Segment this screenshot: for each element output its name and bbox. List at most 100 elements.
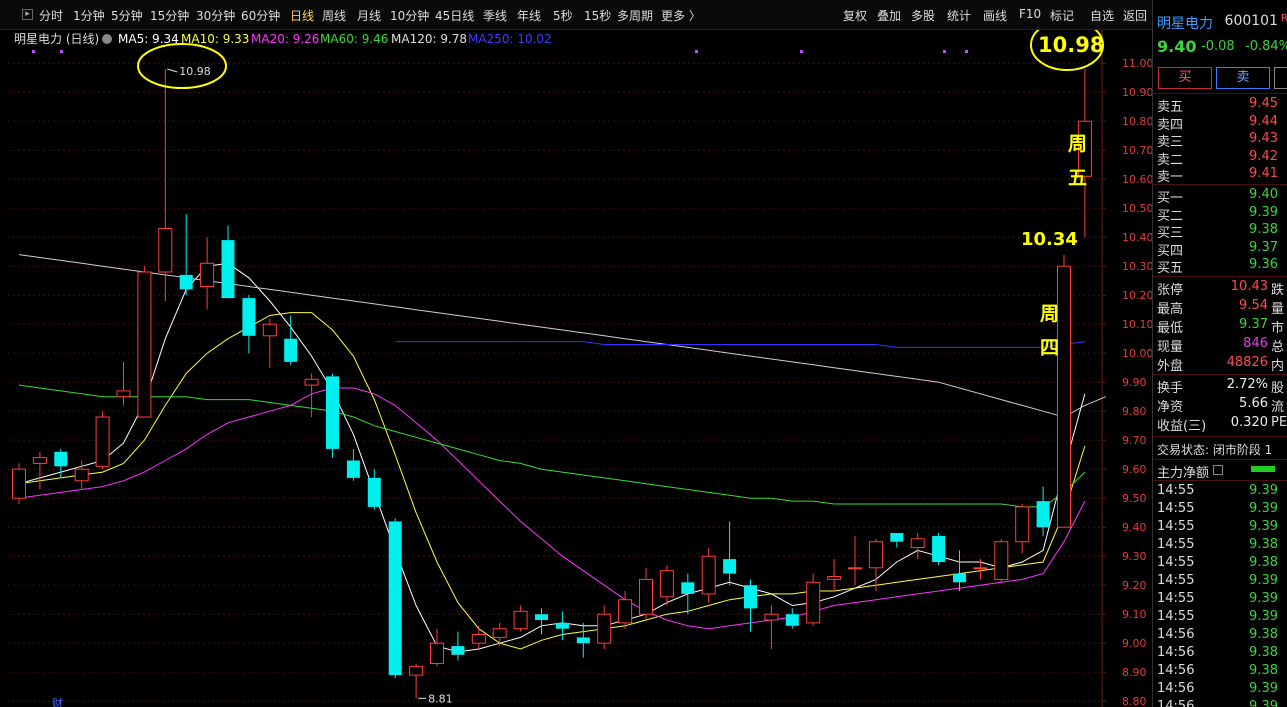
divider xyxy=(1153,276,1287,277)
trade-status-text: 交易状态: 闭市阶段 1 xyxy=(1157,443,1273,457)
tick-price: 9.39 xyxy=(1249,573,1278,588)
price-row: 9.40 -0.08 -0.84% xyxy=(1153,37,1287,56)
toolbar-button-7[interactable]: 自选 xyxy=(1090,7,1114,24)
candle-body-up xyxy=(304,378,319,386)
candle-body-down xyxy=(388,521,402,676)
stat-value: 846 xyxy=(1243,336,1268,351)
stat-label: 最低 xyxy=(1157,321,1184,336)
candle-body-up xyxy=(492,628,507,638)
tick-time: 14:56 xyxy=(1157,645,1195,660)
candle-34 xyxy=(723,521,737,586)
period-tab-3[interactable]: 15分钟 xyxy=(150,7,189,24)
candle-body-up xyxy=(200,262,215,288)
toolbar-button-3[interactable]: 统计 xyxy=(947,7,971,24)
candle-body-down xyxy=(932,535,946,562)
tick-row: 14:56 9.39 xyxy=(1153,680,1287,698)
period-tab-2[interactable]: 5分钟 xyxy=(111,7,143,24)
candle-38 xyxy=(806,573,821,626)
more-trade-button[interactable] xyxy=(1274,67,1287,89)
period-tab-13[interactable]: 5秒 xyxy=(553,7,573,24)
candle-20 xyxy=(430,628,444,667)
toolbar-button-8[interactable]: 返回 xyxy=(1123,7,1147,24)
candle-body-down xyxy=(890,533,904,542)
period-tab-5[interactable]: 60分钟 xyxy=(241,7,280,24)
price-percent: -0.84% xyxy=(1245,39,1287,54)
period-tab-16[interactable]: 更多 〉 xyxy=(661,7,701,24)
candle-33 xyxy=(701,547,716,603)
tick-price: 9.38 xyxy=(1249,555,1278,570)
divider xyxy=(1153,93,1287,94)
stat-extra: 内 xyxy=(1271,359,1285,374)
tick-row: 14:55 9.38 xyxy=(1153,536,1287,554)
candle-body-up xyxy=(973,567,988,570)
period-tab-10[interactable]: 45日线 xyxy=(435,7,474,24)
tick-price: 9.38 xyxy=(1249,627,1278,642)
bid-row: 买二 9.39 xyxy=(1153,204,1287,224)
candle-17 xyxy=(367,469,381,510)
y-tick-label: 10.90 xyxy=(1122,86,1152,99)
y-tick-label: 9.30 xyxy=(1122,550,1147,563)
sell-button[interactable]: 卖 xyxy=(1216,67,1270,89)
toolbar-button-1[interactable]: 叠加 xyxy=(877,7,901,24)
tick-row: 14:56 9.38 xyxy=(1153,644,1287,662)
period-tab-8[interactable]: 月线 xyxy=(357,7,381,24)
period-tab-1[interactable]: 1分钟 xyxy=(73,7,105,24)
stat2-extra: PE xyxy=(1271,415,1287,430)
period-tab-6[interactable]: 日线 xyxy=(290,7,314,24)
period-tab-15[interactable]: 多周期 xyxy=(617,7,653,24)
settings-gear-icon[interactable] xyxy=(102,34,112,44)
tick-row: 14:55 9.39 xyxy=(1153,500,1287,518)
thursday-label-char: 四 xyxy=(1040,337,1059,359)
period-tab-11[interactable]: 季线 xyxy=(483,7,507,24)
candle-body-down xyxy=(451,646,465,655)
stat-value: 48826 xyxy=(1226,355,1268,370)
period-tab-0[interactable]: 分时 xyxy=(39,7,63,24)
tick-time: 14:55 xyxy=(1157,537,1195,552)
candle-body-up xyxy=(659,570,674,598)
candle-body-down xyxy=(326,376,339,449)
candle-15 xyxy=(326,373,339,458)
toolbar-button-2[interactable]: 多股 xyxy=(911,7,935,24)
toolbar-button-4[interactable]: 画线 xyxy=(983,7,1007,24)
period-tab-12[interactable]: 年线 xyxy=(517,7,541,24)
candle-49 xyxy=(1036,486,1050,536)
ask-row: 卖一 9.41 xyxy=(1153,165,1287,185)
candle-body-down xyxy=(744,585,757,609)
toolbar-button-5[interactable]: F10 xyxy=(1019,7,1041,21)
tick-time: 14:55 xyxy=(1157,501,1195,516)
period-tab-7[interactable]: 周线 xyxy=(322,7,346,24)
event-marker xyxy=(695,50,698,53)
ask-price: 9.44 xyxy=(1249,113,1278,129)
flow-list-icon[interactable] xyxy=(1213,465,1223,475)
candle-37 xyxy=(785,608,799,629)
big-high-label: 10.98 xyxy=(1038,33,1104,57)
period-tab-9[interactable]: 10分钟 xyxy=(390,7,429,24)
tick-price: 9.38 xyxy=(1249,645,1278,660)
candle-body-up xyxy=(827,576,842,580)
buy-button[interactable]: 买 xyxy=(1158,67,1212,89)
tick-row: 14:55 9.39 xyxy=(1153,482,1287,500)
tick-row: 14:56 9.38 xyxy=(1153,626,1287,644)
price-change: -0.08 xyxy=(1201,39,1235,54)
stat-extra: 量 xyxy=(1271,302,1285,317)
y-tick-label: 9.70 xyxy=(1122,434,1147,447)
toolbar-button-0[interactable]: 复权 xyxy=(843,7,867,24)
ask-row: 卖二 9.42 xyxy=(1153,148,1287,168)
tick-row: 14:56 9.39 xyxy=(1153,698,1287,707)
candle-body-down xyxy=(284,338,298,362)
candle-25 xyxy=(535,608,548,635)
period-tab-14[interactable]: 15秒 xyxy=(584,7,611,24)
collapse-arrow-icon[interactable]: ▸ xyxy=(22,9,33,20)
y-tick-label: 9.90 xyxy=(1122,376,1147,389)
candle-47 xyxy=(994,538,1009,583)
stat2-label: 收益(三) xyxy=(1157,419,1207,434)
y-tick-label: 8.90 xyxy=(1122,666,1147,679)
event-marker xyxy=(32,50,35,53)
event-marker xyxy=(965,50,968,53)
toolbar-button-6[interactable]: 标记 xyxy=(1050,7,1074,24)
period-tab-4[interactable]: 30分钟 xyxy=(196,7,235,24)
stat2-row: 收益(三) 0.320 PE xyxy=(1153,414,1287,434)
bid-price: 9.37 xyxy=(1249,239,1278,255)
tick-time: 14:56 xyxy=(1157,699,1195,707)
candle-body-up xyxy=(868,541,883,569)
